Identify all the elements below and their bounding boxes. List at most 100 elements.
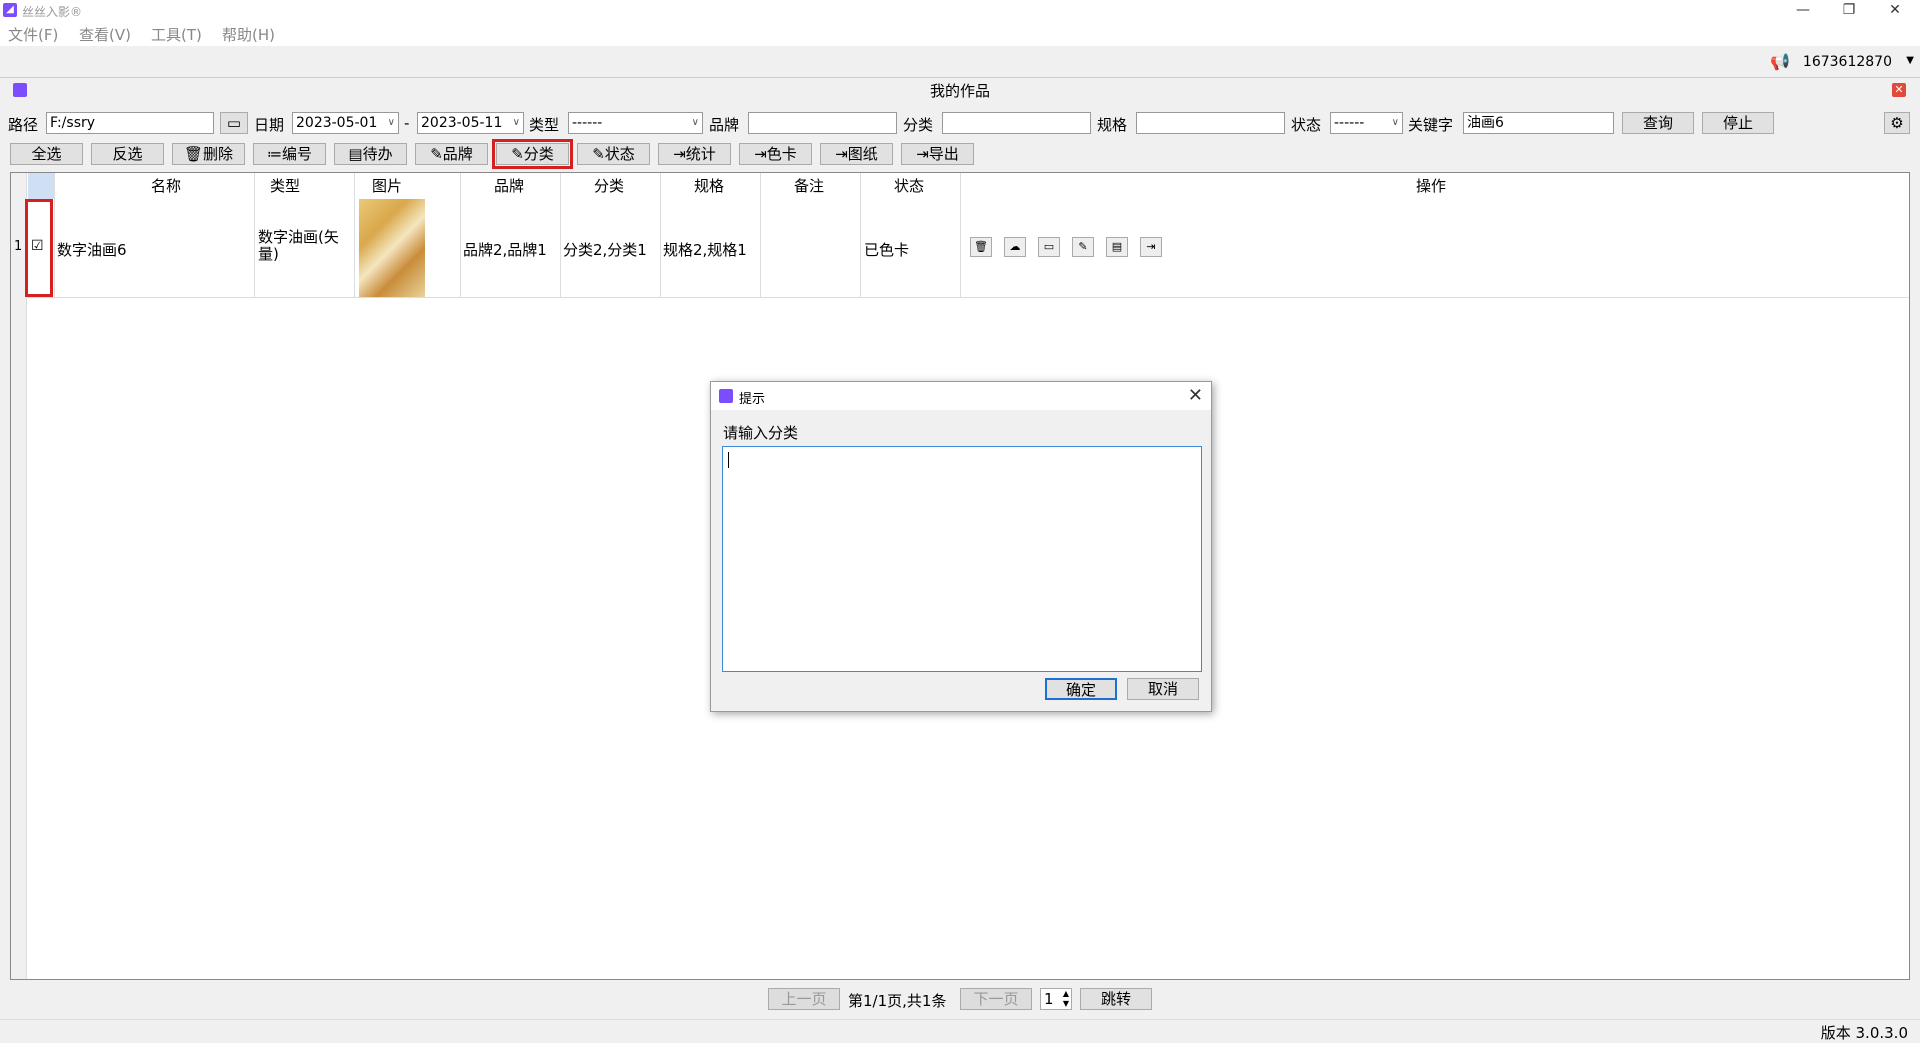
menu-tools[interactable]: 工具(T) (151, 24, 202, 45)
window-title-text: 我的作品 (929, 82, 990, 100)
cell-type: 数字油画(矢量) (258, 228, 339, 263)
artwork-thumbnail[interactable] (359, 199, 425, 297)
todo-button[interactable]: ▤待办 (334, 143, 407, 165)
dialog-title: 提示 (739, 392, 766, 407)
export-icon: ⇥ (754, 145, 767, 163)
pencil-icon: ✎ (592, 145, 605, 163)
row-index: 1 (14, 239, 23, 254)
category-input[interactable] (942, 112, 1091, 134)
category-input-dialog: 提示 ✕ 请输入分类 确定 取消 (710, 381, 1212, 712)
path-label: 路径 (8, 116, 39, 134)
status-edit-button[interactable]: ✎状态 (577, 143, 650, 165)
prev-page-button[interactable]: 上一页 (768, 988, 840, 1010)
calendar-icon: ▤ (348, 145, 363, 163)
brand-input[interactable] (748, 112, 897, 134)
header-type[interactable]: 类型 (255, 175, 315, 196)
window-close-icon[interactable]: ✕ (1892, 83, 1906, 97)
export-icon: ⇥ (916, 145, 929, 163)
dialog-close-icon[interactable]: ✕ (1188, 385, 1203, 406)
spec-label: 规格 (1097, 116, 1128, 134)
select-all-button[interactable]: 全选 (10, 143, 83, 165)
header-brand[interactable]: 品牌 (479, 175, 539, 196)
drawing-button[interactable]: ⇥图纸 (820, 143, 893, 165)
menu-help[interactable]: 帮助(H) (222, 24, 275, 45)
edit-icon[interactable]: ✎ (1072, 237, 1094, 257)
menu-bar: 文件(F) 查看(V) 工具(T) 帮助(H) (0, 22, 1920, 46)
chevron-down-icon[interactable]: ▼ (1906, 55, 1914, 66)
cell-status: 已色卡 (864, 241, 910, 259)
header-note[interactable]: 备注 (779, 175, 839, 196)
category-edit-button[interactable]: ✎分类 (492, 139, 573, 169)
date-separator: - (404, 114, 410, 132)
delete-button[interactable]: 🗑删除 (172, 143, 245, 165)
next-page-button[interactable]: 下一页 (960, 988, 1032, 1010)
title-bar: ◢ 丝丝入影® — ❐ ✕ (0, 0, 1920, 22)
menu-view[interactable]: 查看(V) (79, 24, 131, 45)
row-number-column (11, 173, 27, 979)
spec-input[interactable] (1136, 112, 1285, 134)
header-image[interactable]: 图片 (357, 175, 417, 196)
date-to-picker[interactable]: 2023-05-11 ∨ (417, 112, 524, 134)
keyword-input[interactable]: 油画6 (1463, 112, 1614, 134)
dialog-logo-icon (719, 389, 733, 403)
keyword-label: 关键字 (1408, 116, 1454, 134)
cancel-button[interactable]: 取消 (1127, 678, 1199, 700)
header-name[interactable]: 名称 (111, 175, 221, 196)
page-number-stepper[interactable]: 1 ▲ ▼ (1040, 988, 1072, 1010)
category-textarea[interactable] (722, 446, 1202, 672)
color-card-button[interactable]: ⇥色卡 (739, 143, 812, 165)
date-from-picker[interactable]: 2023-05-01 ∨ (292, 112, 399, 134)
account-id[interactable]: 1673612870 (1803, 54, 1892, 70)
brand-label: 品牌 (709, 116, 740, 134)
text-caret (728, 452, 729, 468)
account-bar: 📢 1673612870 ▼ (0, 46, 1920, 78)
status-bar: 版本 3.0.3.0 (0, 1019, 1920, 1042)
folder-icon[interactable]: ▭ (220, 112, 248, 134)
dialog-titlebar[interactable]: 提示 ✕ (711, 382, 1211, 410)
menu-file[interactable]: 文件(F) (8, 24, 58, 45)
query-button[interactable]: 查询 (1622, 112, 1694, 134)
cell-brand: 品牌2,品牌1 (463, 241, 547, 259)
cell-spec: 规格2,规格1 (663, 241, 747, 259)
type-select[interactable]: ------ ∨ (568, 112, 703, 134)
window-title: 我的作品 ✕ (8, 80, 1912, 102)
ok-button[interactable]: 确定 (1045, 678, 1117, 700)
page-info: 第1/1页,共1条 (848, 992, 947, 1010)
cloud-icon[interactable]: ☁ (1004, 237, 1026, 257)
status-select[interactable]: ------ ∨ (1330, 112, 1403, 134)
number-button[interactable]: ≔编号 (253, 143, 326, 165)
status-label: 状态 (1291, 116, 1322, 134)
jump-button[interactable]: 跳转 (1080, 988, 1152, 1010)
list-icon: ≔ (266, 145, 282, 163)
type-label: 类型 (529, 116, 560, 134)
cell-category: 分类2,分类1 (563, 241, 647, 259)
app-title: 丝丝入影® (22, 5, 83, 19)
close-icon[interactable]: ✕ (1872, 0, 1918, 22)
calendar-icon[interactable]: ▤ (1106, 237, 1128, 257)
pencil-icon: ✎ (511, 145, 524, 163)
select-column-header[interactable] (28, 173, 54, 199)
stop-button[interactable]: 停止 (1702, 112, 1774, 134)
header-category[interactable]: 分类 (579, 175, 639, 196)
restore-icon[interactable]: ❐ (1826, 0, 1872, 22)
export-icon[interactable]: ⇥ (1140, 237, 1162, 257)
date-label: 日期 (254, 116, 285, 134)
trash-icon: 🗑 (183, 145, 204, 163)
export-button[interactable]: ⇥导出 (901, 143, 974, 165)
trash-icon[interactable]: 🗑 (970, 237, 992, 257)
dialog-prompt: 请输入分类 (723, 424, 799, 442)
header-status[interactable]: 状态 (879, 175, 939, 196)
row-checkbox[interactable]: ☑ (31, 238, 44, 254)
megaphone-icon[interactable]: 📢 (1770, 52, 1790, 71)
folder-icon[interactable]: ▭ (1038, 237, 1060, 257)
export-icon: ⇥ (673, 145, 686, 163)
window-logo-icon (13, 83, 27, 97)
header-actions[interactable]: 操作 (1401, 175, 1461, 196)
stats-button[interactable]: ⇥统计 (658, 143, 731, 165)
settings-gear-icon[interactable]: ⚙ (1884, 112, 1910, 134)
brand-edit-button[interactable]: ✎品牌 (415, 143, 488, 165)
header-spec[interactable]: 规格 (679, 175, 739, 196)
path-input[interactable]: F:/ssry (46, 112, 214, 134)
minimize-icon[interactable]: — (1780, 0, 1826, 22)
invert-selection-button[interactable]: 反选 (91, 143, 164, 165)
